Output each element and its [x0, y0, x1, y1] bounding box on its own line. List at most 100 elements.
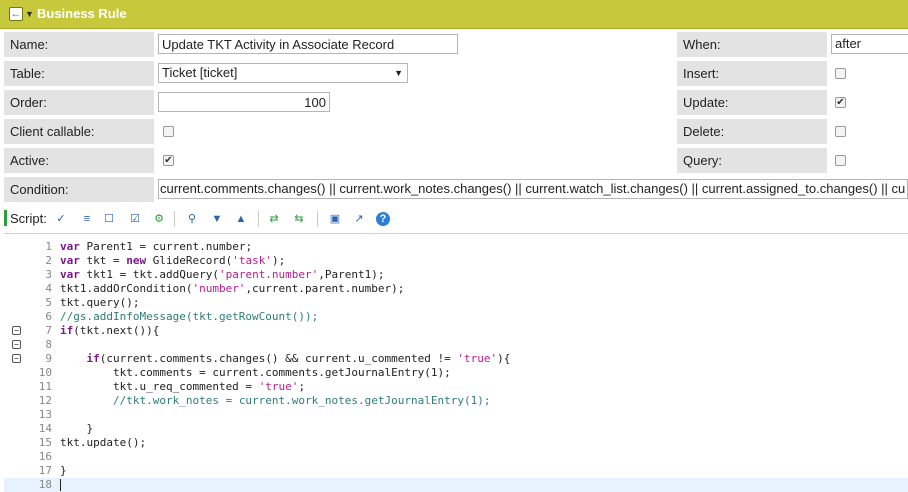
mandatory-marker	[4, 210, 7, 226]
code-line[interactable]: − 7 if(tkt.next()){	[4, 324, 908, 338]
update-checkbox[interactable]: ✔	[835, 97, 846, 108]
code-text: tkt.u_req_commented = 'true';	[60, 380, 306, 393]
code-line[interactable]: 15 tkt.update();	[4, 436, 908, 450]
comment-icon[interactable]: ☐	[102, 212, 116, 226]
line-number: 14	[38, 422, 52, 435]
script-label: Script:	[10, 211, 47, 226]
line-number: 4	[45, 282, 52, 295]
row-active: Active: ✔ Query:	[4, 148, 908, 173]
row-client-callable: Client callable: Delete:	[4, 119, 908, 144]
chevron-down-icon: ▼	[394, 68, 403, 78]
code-text: //gs.addInfoMessage(tkt.getRowCount());	[60, 310, 319, 323]
line-number: 13	[38, 408, 52, 421]
row-condition: Condition: current.comments.changes() ||…	[4, 177, 908, 202]
condition-label: Condition:	[4, 177, 154, 202]
back-arrow-icon[interactable]: ←	[9, 7, 23, 21]
help-icon[interactable]: ?	[376, 212, 390, 226]
debug-icon[interactable]: ⚙	[152, 212, 166, 226]
line-number: 5	[45, 296, 52, 309]
page-title: Business Rule	[37, 6, 127, 21]
title-bar: ← ▼ Business Rule	[0, 0, 908, 29]
line-number: 2	[45, 254, 52, 267]
line-number: 11	[38, 380, 52, 393]
line-number: 10	[38, 366, 52, 379]
row-order: Order: Update: ✔	[4, 90, 908, 115]
code-line[interactable]: 1 var Parent1 = current.number;	[4, 240, 908, 254]
code-text: //tkt.work_notes = current.work_notes.ge…	[112, 394, 491, 407]
delete-label: Delete:	[677, 119, 827, 144]
format-code-icon[interactable]: ≡	[80, 212, 94, 226]
toolbar-divider	[317, 211, 318, 227]
table-select[interactable]: Ticket [ticket] ▼	[158, 63, 408, 83]
when-select[interactable]: after	[831, 34, 908, 54]
code-text: var tkt1 = tkt.addQuery('parent.number',…	[60, 268, 385, 281]
uncomment-icon[interactable]: ☑	[128, 212, 142, 226]
code-line[interactable]: 5 tkt.query();	[4, 296, 908, 310]
line-number: 12	[38, 394, 52, 407]
text-cursor	[60, 479, 61, 491]
query-checkbox[interactable]	[835, 155, 846, 166]
line-number: 16	[38, 450, 52, 463]
find-next-icon[interactable]: ▼	[210, 212, 224, 226]
toolbar-divider	[174, 211, 175, 227]
replace-all-icon[interactable]: ⇆	[292, 212, 306, 226]
line-number: 17	[38, 464, 52, 477]
code-line[interactable]: 4 tkt1.addOrCondition('number',current.pa…	[4, 282, 908, 296]
code-line[interactable]: 14 }	[4, 422, 908, 436]
code-line[interactable]: 3 var tkt1 = tkt.addQuery('parent.number'…	[4, 268, 908, 282]
code-line[interactable]: 12 //tkt.work_notes = current.work_notes…	[4, 394, 908, 408]
line-number: 6	[45, 310, 52, 323]
active-label: Active:	[4, 148, 154, 173]
syntax-check-icon[interactable]: ✓	[54, 212, 68, 226]
order-field[interactable]	[158, 92, 330, 112]
save-icon[interactable]: ▣	[328, 212, 342, 226]
code-text: tkt1.addOrCondition('number',current.par…	[60, 282, 405, 295]
line-number: 7	[45, 324, 52, 337]
condition-field[interactable]: current.comments.changes() || current.wo…	[158, 179, 908, 199]
client-callable-label: Client callable:	[4, 119, 154, 144]
code-line[interactable]: 16	[4, 450, 908, 464]
code-line[interactable]: 11 tkt.u_req_commented = 'true';	[4, 380, 908, 394]
toolbar-divider	[258, 211, 259, 227]
code-line[interactable]: 2 var tkt = new GlideRecord('task');	[4, 254, 908, 268]
line-number: 8	[45, 338, 52, 351]
row-table: Table: Ticket [ticket] ▼ Insert:	[4, 61, 908, 86]
code-line[interactable]: − 9 if(current.comments.changes() && curr…	[4, 352, 908, 366]
table-label: Table:	[4, 61, 154, 86]
code-line[interactable]: 17}	[4, 464, 908, 478]
code-line[interactable]: 10 tkt.comments = current.comments.getJo…	[4, 366, 908, 380]
line-number: 9	[45, 352, 52, 365]
menu-dropdown-icon[interactable]: ▼	[25, 7, 34, 21]
code-line[interactable]: 18	[4, 478, 908, 492]
search-icon[interactable]: ⚲	[185, 212, 199, 226]
insert-label: Insert:	[677, 61, 827, 86]
fullscreen-icon[interactable]: ↗	[352, 212, 366, 226]
order-label: Order:	[4, 90, 154, 115]
code-line[interactable]: 13	[4, 408, 908, 422]
code-line[interactable]: 6 //gs.addInfoMessage(tkt.getRowCount());	[4, 310, 908, 324]
code-text: if(current.comments.changes() && current…	[86, 352, 511, 365]
code-text: tkt.query();	[60, 296, 140, 309]
code-text: }	[60, 422, 94, 435]
find-previous-icon[interactable]: ▲	[234, 212, 248, 226]
table-select-value: Ticket [ticket]	[162, 65, 238, 80]
name-field[interactable]	[158, 34, 458, 54]
insert-checkbox[interactable]	[835, 68, 846, 79]
code-text: }	[60, 464, 67, 477]
fold-toggle-icon[interactable]: −	[12, 340, 21, 349]
code-line[interactable]: −8	[4, 338, 908, 352]
delete-checkbox[interactable]	[835, 126, 846, 137]
code-text: if(tkt.next()){	[60, 324, 160, 337]
row-name: Name: When: after	[4, 32, 908, 57]
code-text: var tkt = new GlideRecord('task');	[60, 254, 286, 267]
fold-toggle-icon[interactable]: −	[12, 354, 21, 363]
line-number: 18	[38, 478, 52, 491]
active-checkbox[interactable]: ✔	[163, 155, 174, 166]
script-editor[interactable]: 1 var Parent1 = current.number; 2 var tkt =…	[4, 233, 908, 492]
name-label: Name:	[4, 32, 154, 57]
replace-icon[interactable]: ⇄	[267, 212, 281, 226]
fold-toggle-icon[interactable]: −	[12, 326, 21, 335]
code-text: var Parent1 = current.number;	[60, 240, 253, 253]
script-toolbar: Script: ✓ ≡ ☐ ☑ ⚙ ⚲ ▼ ▲ ⇄ ⇆ ▣ ↗ ?	[4, 207, 908, 231]
client-callable-checkbox[interactable]	[163, 126, 174, 137]
